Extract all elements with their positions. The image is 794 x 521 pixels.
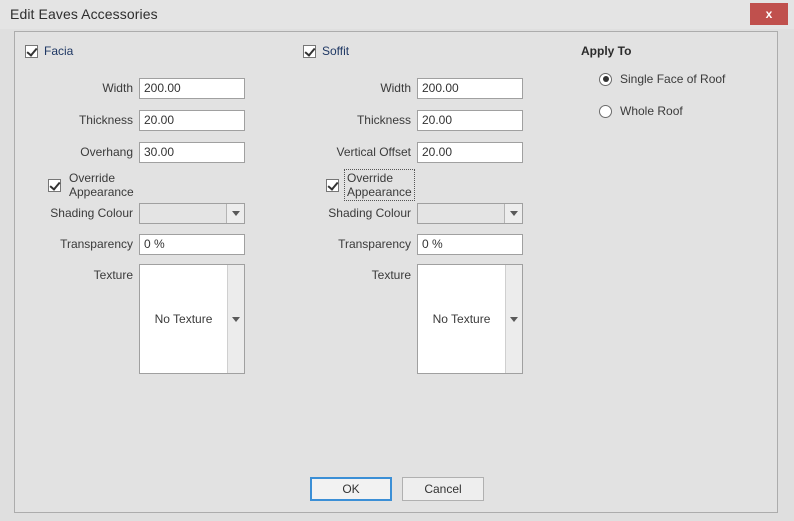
facia-width-label: Width [25, 81, 139, 95]
soffit-vertical-offset-label: Vertical Offset [303, 145, 417, 159]
checkbox-icon [326, 179, 339, 192]
facia-overhang-label: Overhang [25, 145, 139, 159]
soffit-transparency-row: Transparency [303, 233, 523, 255]
title-bar: Edit Eaves Accessories x [0, 0, 794, 29]
facia-overhang-row: Overhang [25, 141, 245, 163]
soffit-override-appearance-checkbox[interactable]: Override Appearance [326, 170, 414, 200]
ok-button[interactable]: OK [310, 477, 392, 501]
facia-shading-colour-row: Shading Colour [25, 202, 245, 224]
facia-shading-colour-dropdown[interactable] [139, 203, 245, 224]
facia-texture-label: Texture [25, 264, 139, 286]
facia-checkbox[interactable]: Facia [25, 44, 73, 58]
soffit-transparency-input[interactable] [417, 234, 523, 255]
cancel-button[interactable]: Cancel [402, 477, 484, 501]
dialog-panel: Facia Width Thickness Overhang Override … [14, 31, 778, 513]
soffit-shading-colour-row: Shading Colour [303, 202, 523, 224]
soffit-shading-colour-label: Shading Colour [303, 206, 417, 220]
chevron-down-icon [504, 204, 522, 223]
facia-texture-selector[interactable]: No Texture [139, 264, 245, 374]
soffit-transparency-label: Transparency [303, 237, 417, 251]
soffit-texture-value: No Texture [418, 265, 505, 373]
soffit-texture-selector[interactable]: No Texture [417, 264, 523, 374]
soffit-width-input[interactable] [417, 78, 523, 99]
apply-to-title: Apply To [581, 44, 761, 58]
radio-icon [599, 73, 612, 86]
soffit-shading-colour-value [418, 204, 504, 223]
chevron-down-icon[interactable] [505, 265, 522, 373]
facia-thickness-row: Thickness [25, 109, 245, 131]
radio-single-face-of-roof[interactable]: Single Face of Roof [599, 72, 761, 86]
facia-shading-colour-label: Shading Colour [25, 206, 139, 220]
soffit-vertical-offset-input[interactable] [417, 142, 523, 163]
facia-width-row: Width [25, 77, 245, 99]
checkbox-icon [25, 45, 38, 58]
radio-whole-roof[interactable]: Whole Roof [599, 104, 761, 118]
soffit-vertical-offset-row: Vertical Offset [303, 141, 523, 163]
facia-texture-row: Texture No Texture [25, 264, 245, 374]
facia-transparency-row: Transparency [25, 233, 245, 255]
soffit-override-appearance-label: Override Appearance [345, 170, 414, 200]
soffit-shading-colour-dropdown[interactable] [417, 203, 523, 224]
apply-to-group: Apply To Single Face of Roof Whole Roof [581, 44, 761, 136]
radio-single-face-of-roof-label: Single Face of Roof [620, 72, 725, 86]
dialog-footer: OK Cancel [15, 477, 779, 501]
facia-thickness-label: Thickness [25, 113, 139, 127]
facia-texture-value: No Texture [140, 265, 227, 373]
chevron-down-icon [226, 204, 244, 223]
facia-override-appearance-label: Override Appearance [67, 170, 136, 200]
window-title: Edit Eaves Accessories [10, 6, 158, 22]
soffit-texture-row: Texture No Texture [303, 264, 523, 374]
facia-transparency-label: Transparency [25, 237, 139, 251]
chevron-down-icon[interactable] [227, 265, 244, 373]
radio-icon [599, 105, 612, 118]
close-icon[interactable]: x [750, 3, 788, 25]
facia-label: Facia [44, 44, 73, 58]
facia-overhang-input[interactable] [139, 142, 245, 163]
soffit-thickness-input[interactable] [417, 110, 523, 131]
checkbox-icon [48, 179, 61, 192]
soffit-texture-label: Texture [303, 264, 417, 286]
facia-shading-colour-value [140, 204, 226, 223]
facia-thickness-input[interactable] [139, 110, 245, 131]
soffit-checkbox[interactable]: Soffit [303, 44, 349, 58]
facia-transparency-input[interactable] [139, 234, 245, 255]
radio-whole-roof-label: Whole Roof [620, 104, 683, 118]
soffit-width-row: Width [303, 77, 523, 99]
soffit-thickness-label: Thickness [303, 113, 417, 127]
facia-width-input[interactable] [139, 78, 245, 99]
soffit-width-label: Width [303, 81, 417, 95]
soffit-thickness-row: Thickness [303, 109, 523, 131]
checkbox-icon [303, 45, 316, 58]
facia-override-appearance-checkbox[interactable]: Override Appearance [48, 170, 136, 200]
soffit-label: Soffit [322, 44, 349, 58]
